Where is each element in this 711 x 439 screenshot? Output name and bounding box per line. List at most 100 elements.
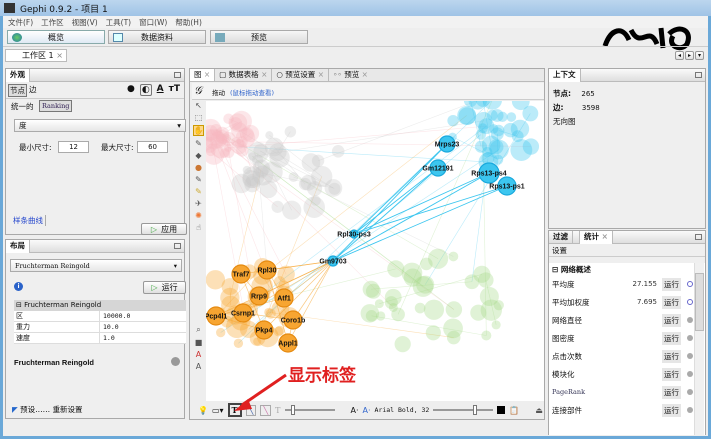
font-selector[interactable]: Arial Bold, 32 bbox=[375, 406, 430, 414]
info-icon[interactable]: i bbox=[14, 282, 23, 291]
pencil-icon[interactable]: ✎ bbox=[195, 139, 202, 148]
status-dot-icon[interactable] bbox=[687, 353, 693, 359]
graph-node-faded[interactable] bbox=[362, 280, 380, 298]
tab-preview-settings[interactable]: ○ 预览设置 × bbox=[272, 69, 329, 81]
pointer-icon[interactable]: ↖ bbox=[195, 101, 202, 110]
font-size-icon[interactable]: A bbox=[196, 362, 201, 371]
graph-node-faded[interactable] bbox=[311, 165, 333, 188]
spline-link[interactable]: 样条曲线 bbox=[13, 215, 46, 226]
graph-node-faded[interactable] bbox=[259, 180, 278, 199]
max-size-input[interactable]: 60 bbox=[137, 141, 168, 153]
graph-svg[interactable]: Traf7 Rpl30 Rrp9 Atf1 Csrnp1 Pcp4l1 Coro1b Pkp4… bbox=[206, 101, 544, 401]
graph-node-faded[interactable] bbox=[479, 287, 499, 307]
graph-node-faded[interactable] bbox=[446, 330, 461, 345]
graph-node-faded[interactable] bbox=[384, 296, 398, 310]
graph-node-faded[interactable] bbox=[448, 251, 459, 262]
run-statistic-button[interactable]: 运行 bbox=[662, 277, 681, 291]
close-icon[interactable]: × bbox=[362, 70, 368, 79]
attribute-select[interactable]: 度 ▾ bbox=[14, 119, 186, 132]
menu-view[interactable]: 视图(V) bbox=[72, 17, 98, 28]
info-icon[interactable] bbox=[687, 299, 693, 305]
label-color-swatch[interactable] bbox=[497, 406, 506, 414]
tab-graph[interactable]: 图 × bbox=[190, 69, 216, 81]
minimize-icon[interactable] bbox=[174, 72, 181, 78]
graph-node-faded[interactable] bbox=[328, 182, 341, 195]
run-statistic-button[interactable]: 运行 bbox=[662, 313, 681, 327]
menu-window[interactable]: 窗口(W) bbox=[139, 17, 167, 28]
tab-preview[interactable]: ◦◦ 预览 × bbox=[329, 69, 372, 81]
unique-label[interactable]: 统一的 bbox=[11, 101, 34, 112]
graph-node-faded[interactable] bbox=[242, 166, 265, 189]
graph-node-faded[interactable] bbox=[493, 154, 504, 165]
font-size-slider[interactable] bbox=[433, 405, 494, 415]
graph-node-faded[interactable] bbox=[475, 129, 487, 140]
status-dot-icon[interactable] bbox=[687, 407, 693, 413]
graph-node-faded[interactable] bbox=[425, 325, 441, 341]
graph-node-faded[interactable] bbox=[427, 248, 449, 269]
graph-node-faded[interactable] bbox=[522, 105, 539, 122]
graph-node-faded[interactable] bbox=[387, 260, 405, 278]
graph-node-faded[interactable] bbox=[331, 145, 345, 158]
apply-button[interactable]: ▷ 应用 bbox=[141, 223, 187, 235]
property-row[interactable]: 速度 1.0 bbox=[14, 333, 186, 344]
info-icon[interactable] bbox=[687, 281, 693, 287]
edge-pencil-icon[interactable]: ✎ bbox=[195, 175, 202, 184]
menu-workspace[interactable]: 工作区 bbox=[41, 17, 64, 28]
reset-button[interactable]: 重新设置 bbox=[53, 405, 83, 414]
size-icon[interactable]: ◐ bbox=[139, 84, 152, 96]
lightbulb-icon[interactable]: 💡 bbox=[198, 406, 208, 415]
tab-edges[interactable]: 边 bbox=[29, 84, 37, 97]
shortest-path-icon[interactable]: ✈ bbox=[195, 199, 202, 208]
drag-icon[interactable]: ✋ bbox=[192, 125, 205, 136]
graph-node-faded[interactable] bbox=[474, 111, 493, 130]
attributes-icon[interactable]: 📋 bbox=[509, 406, 519, 415]
font-color-icon[interactable]: A bbox=[196, 350, 201, 359]
run-statistic-button[interactable]: 运行 bbox=[662, 367, 681, 381]
menu-tools[interactable]: 工具(T) bbox=[106, 17, 131, 28]
label-size-icon[interactable]: тT bbox=[169, 84, 180, 96]
mode-overview-button[interactable]: 概览 bbox=[7, 30, 105, 44]
graph-canvas[interactable]: Traf7 Rpl30 Rrp9 Atf1 Csrnp1 Pcp4l1 Coro1b Pkp4… bbox=[206, 101, 544, 401]
graph-node-faded[interactable] bbox=[445, 301, 463, 318]
font-color-mode-icon[interactable]: A· bbox=[363, 406, 371, 415]
graph-node-faded[interactable] bbox=[298, 177, 312, 191]
graph-node-faded[interactable] bbox=[265, 131, 274, 140]
painter-icon[interactable]: ● bbox=[195, 163, 202, 172]
close-icon[interactable]: × bbox=[261, 70, 267, 79]
minimize-icon[interactable] bbox=[174, 243, 181, 249]
minimize-icon[interactable] bbox=[695, 234, 702, 240]
run-statistic-button[interactable]: 运行 bbox=[662, 403, 681, 417]
layout-algorithm-select[interactable]: Fruchterman Reingold ▾ bbox=[10, 259, 182, 272]
min-size-input[interactable]: 12 bbox=[58, 141, 89, 153]
heatmap-icon[interactable]: ✺ bbox=[195, 211, 202, 220]
graph-node-faded[interactable] bbox=[394, 335, 411, 353]
graph-node-faded[interactable] bbox=[271, 200, 284, 213]
run-statistic-button[interactable]: 运行 bbox=[662, 295, 681, 309]
next-icon[interactable]: ▸ bbox=[685, 51, 694, 60]
graph-node-faded[interactable] bbox=[220, 287, 240, 308]
node-pencil-icon[interactable]: ☝ bbox=[196, 223, 201, 232]
background-color-icon[interactable]: ■ bbox=[195, 338, 203, 347]
dropdown-icon[interactable]: ▾ bbox=[695, 51, 704, 60]
ranking-tab[interactable]: Ranking bbox=[39, 100, 73, 112]
graph-node-faded[interactable] bbox=[223, 146, 235, 158]
property-row[interactable]: 区 10000.0 bbox=[14, 311, 186, 322]
property-row[interactable]: 重力 10.0 bbox=[14, 322, 186, 333]
graph-node-faded[interactable] bbox=[391, 307, 405, 322]
graph-node-faded[interactable] bbox=[282, 200, 302, 220]
scrollbar-thumb[interactable] bbox=[695, 273, 704, 331]
graph-node-faded[interactable] bbox=[506, 112, 517, 122]
graph-node-faded[interactable] bbox=[221, 131, 236, 146]
menu-help[interactable]: 帮助(H) bbox=[175, 17, 202, 28]
graph-node-faded[interactable] bbox=[261, 161, 283, 183]
graph-node-faded[interactable] bbox=[491, 320, 501, 330]
property-value[interactable]: 10000.0 bbox=[100, 311, 130, 321]
close-icon[interactable]: × bbox=[204, 70, 210, 79]
status-dot-icon[interactable] bbox=[687, 317, 693, 323]
graph-node-faded[interactable] bbox=[481, 330, 492, 341]
graph-node-faded[interactable] bbox=[510, 139, 533, 161]
graph-node-faded[interactable] bbox=[447, 114, 459, 127]
help-icon[interactable] bbox=[171, 357, 180, 366]
prev-icon[interactable]: ◂ bbox=[675, 51, 684, 60]
graph-node-faded[interactable] bbox=[311, 154, 325, 168]
